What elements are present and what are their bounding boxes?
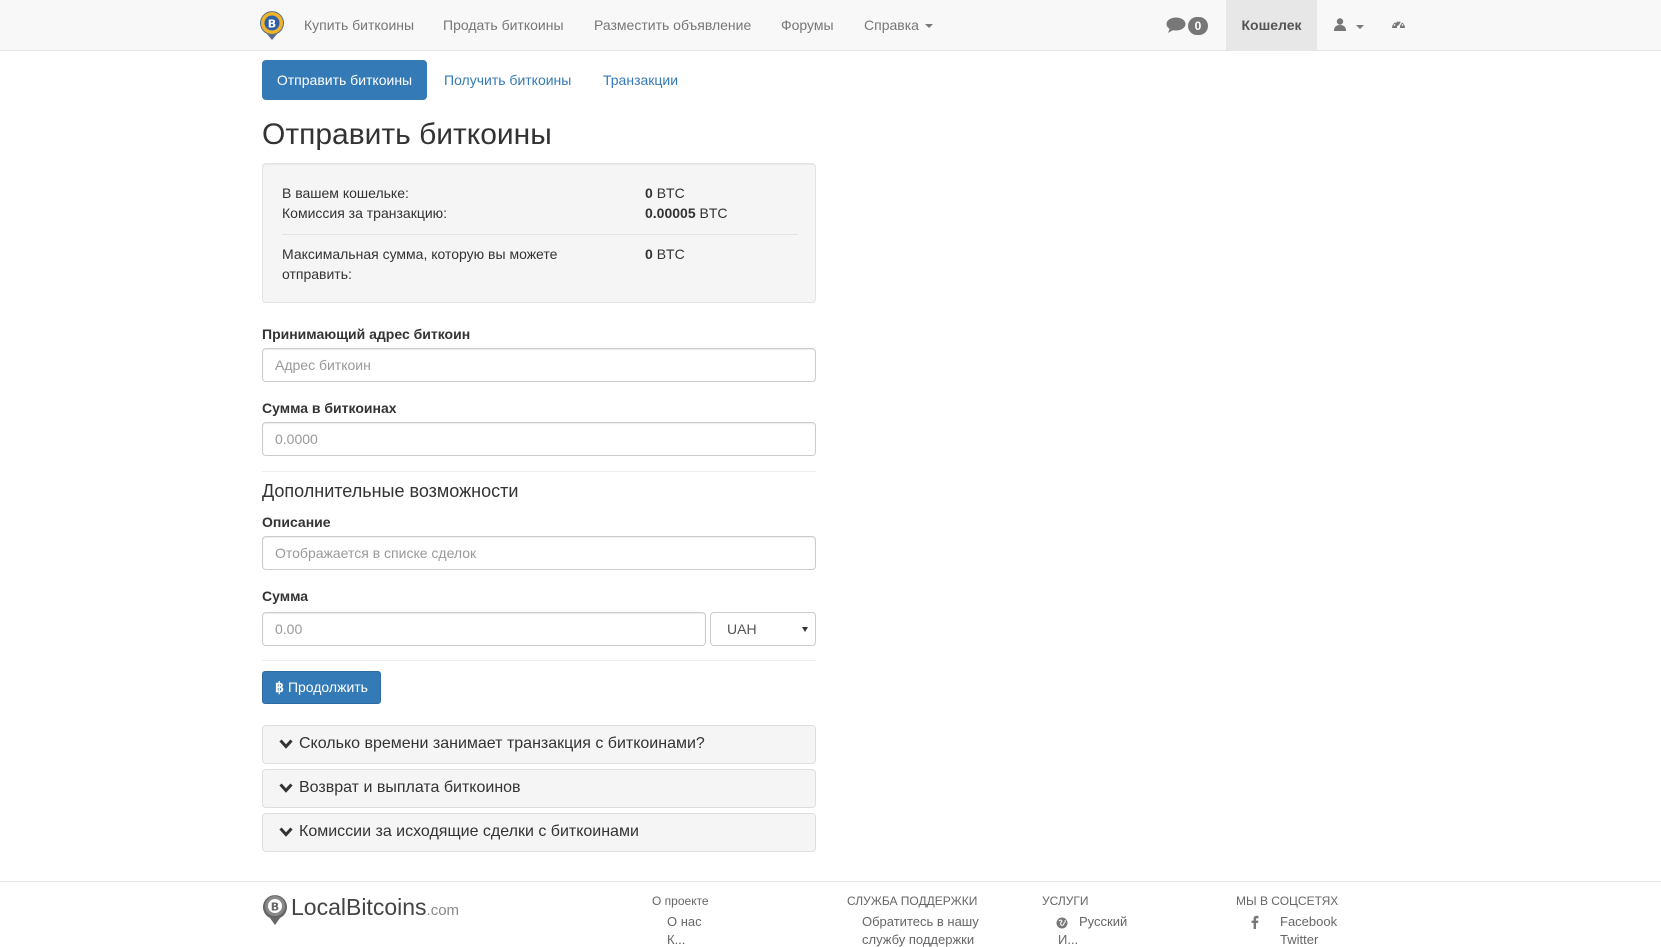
caret-down-icon [924, 24, 933, 29]
tab-receive-bitcoins[interactable]: Получить биткоины [444, 72, 571, 88]
bitcoin-address-input[interactable] [262, 348, 816, 382]
messages-count-badge: 0 [1188, 17, 1208, 35]
nav-post-ad[interactable]: Разместить объявление [594, 17, 751, 33]
fee-unit: BTC [699, 205, 728, 221]
currency-select[interactable]: UAH [710, 612, 816, 646]
fee-label: Комиссия за транзакцию: [282, 205, 448, 221]
max-amount-value: 0 BTC [645, 244, 685, 264]
currency-selected-value: UAH [727, 621, 757, 637]
footer-brand-tld: .com [426, 902, 460, 919]
top-navbar: B Купить биткоины Продать биткоины Разме… [0, 0, 1661, 51]
speech-bubble-icon [1166, 17, 1186, 33]
balance-amount: 0 [645, 185, 653, 201]
footer-support-heading: СЛУЖБА ПОДДЕРЖКИ [847, 894, 978, 908]
chevron-down-icon [279, 827, 293, 837]
continue-button[interactable]: ฿ Продолжить [262, 671, 381, 704]
user-menu-dropdown[interactable] [1334, 18, 1364, 34]
facebook-icon [1251, 915, 1259, 929]
localbitcoins-logo-icon[interactable]: B [258, 9, 286, 41]
max-amount-label-line2: отправить: [282, 266, 352, 282]
dashboard-gauge-icon [1392, 20, 1405, 29]
additional-options-title: Дополнительные возможности [262, 481, 519, 501]
svg-text:B: B [268, 18, 276, 31]
footer-link-about-2[interactable]: К... [667, 932, 685, 947]
footer-language-selector[interactable]: Русский [1079, 914, 1127, 929]
footer-link-twitter[interactable]: Twitter [1280, 932, 1318, 947]
footer-about-heading: О проекте [652, 894, 709, 908]
fee-amount: 0.00005 [645, 205, 696, 221]
localbitcoins-footer-logo-icon[interactable]: B [262, 892, 288, 926]
btc-amount-input[interactable] [262, 422, 816, 456]
balance-label: В вашем кошельке: [282, 185, 409, 201]
faq-transaction-time[interactable]: Сколько времени занимает транзакция с би… [262, 725, 816, 764]
footer-brand[interactable]: LocalBitcoins.com [291, 894, 459, 921]
tab-transactions[interactable]: Транзакции [603, 72, 678, 88]
balance-value: 0 BTC [645, 183, 685, 203]
max-amount: 0 [645, 246, 653, 262]
address-label: Принимающий адрес биткоин [262, 326, 471, 342]
nav-sell-bitcoins[interactable]: Продать биткоины [443, 17, 564, 33]
svg-text:B: B [271, 901, 279, 914]
footer-link-services-2[interactable]: И... [1058, 932, 1078, 947]
nav-forums[interactable]: Форумы [781, 17, 834, 33]
page-title: Отправить биткоины [262, 118, 552, 151]
continue-button-label: Продолжить [287, 679, 368, 695]
chevron-down-icon [279, 739, 293, 749]
footer-link-contact-support-line2[interactable]: службу поддержки [862, 932, 974, 947]
btc-amount-label: Сумма в биткоинах [262, 400, 397, 416]
max-unit: BTC [656, 246, 685, 262]
balance-unit: BTC [656, 185, 685, 201]
nav-help-dropdown[interactable]: Справка [864, 17, 933, 33]
fiat-amount-input[interactable] [262, 612, 706, 646]
globe-icon [1056, 917, 1068, 929]
fiat-amount-label: Сумма [262, 588, 309, 604]
nav-buy-bitcoins[interactable]: Купить биткоины [304, 17, 414, 33]
nav-help-label: Справка [864, 17, 919, 33]
footer-link-about-us[interactable]: О нас [667, 914, 702, 929]
chevron-down-icon [279, 783, 293, 793]
tab-send-bitcoins[interactable]: Отправить биткоины [262, 60, 427, 100]
max-amount-label-line1: Максимальная сумма, которую вы можете [282, 246, 558, 262]
faq-title: Сколько времени занимает транзакция с би… [299, 735, 705, 752]
divider [262, 471, 816, 472]
divider [282, 234, 798, 235]
faq-outgoing-fees[interactable]: Комиссии за исходящие сделки с биткоинам… [262, 813, 816, 852]
footer-link-facebook[interactable]: Facebook [1280, 914, 1337, 929]
faq-title: Возврат и выплата биткоинов [299, 779, 521, 796]
wallet-summary-panel: В вашем кошельке: 0 BTC Комиссия за тран… [262, 163, 816, 303]
footer: B LocalBitcoins.com О проекте О нас К...… [0, 881, 1661, 947]
user-icon [1334, 18, 1346, 31]
caret-down-icon [1355, 25, 1364, 30]
dashboard-button[interactable] [1391, 17, 1406, 34]
faq-title: Комиссии за исходящие сделки с биткоинам… [299, 823, 639, 840]
faq-refund-payout[interactable]: Возврат и выплата биткоинов [262, 769, 816, 808]
description-input[interactable] [262, 536, 816, 570]
nav-wallet[interactable]: Кошелек [1226, 0, 1317, 50]
bitcoin-symbol-icon: ฿ [275, 679, 284, 695]
fee-value: 0.00005 BTC [645, 203, 728, 223]
description-label: Описание [262, 514, 331, 530]
select-arrow-icon [802, 627, 808, 632]
footer-social-heading: МЫ В СОЦСЕТЯХ [1236, 894, 1339, 908]
footer-brand-name: LocalBitcoins [291, 894, 427, 920]
divider [262, 660, 816, 661]
footer-link-contact-support[interactable]: Обратитесь в нашу [862, 914, 979, 929]
footer-services-heading: УСЛУГИ [1042, 894, 1089, 908]
